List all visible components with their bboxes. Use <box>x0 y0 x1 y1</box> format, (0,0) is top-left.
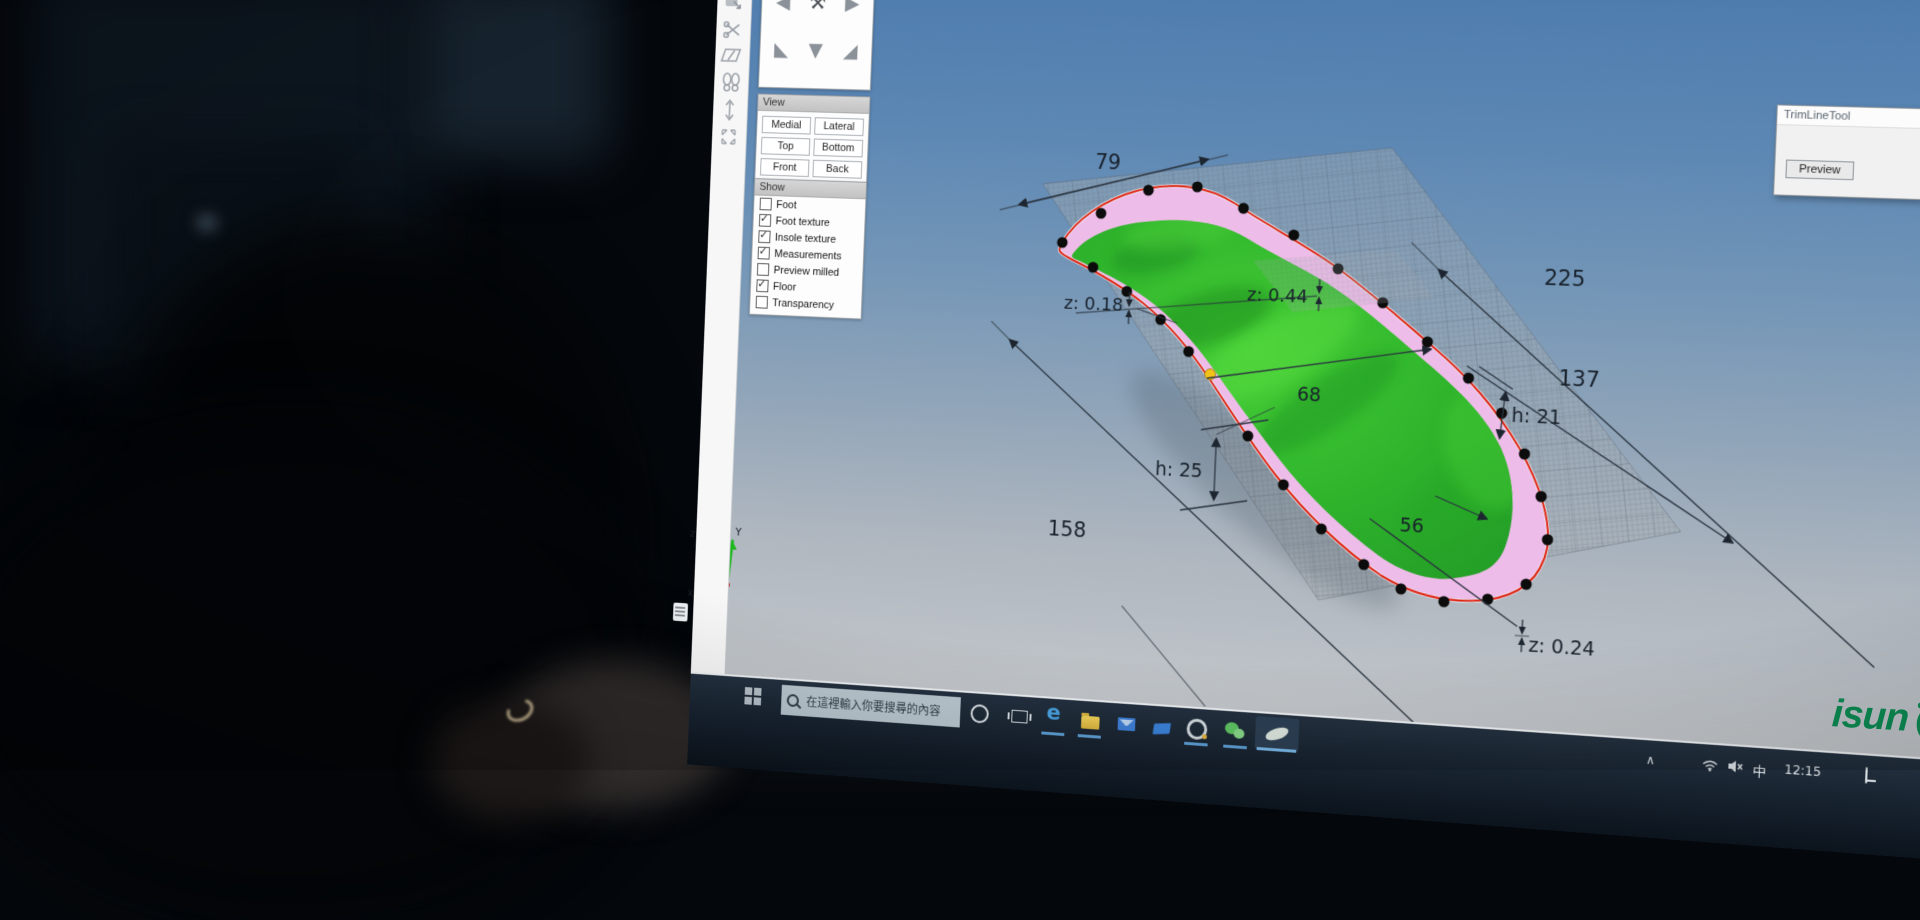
view-lateral-button[interactable]: Lateral <box>814 117 864 136</box>
browser-icon[interactable] <box>1184 716 1208 741</box>
task-view-icon[interactable] <box>1007 704 1031 729</box>
insole-pair-tool-icon[interactable] <box>717 70 743 94</box>
wechat-icon[interactable] <box>1223 719 1248 745</box>
show-item-label: Preview milled <box>773 264 839 278</box>
clock[interactable]: 12:15 <box>1784 762 1821 779</box>
move-left-icon[interactable]: ◀ <box>765 0 801 26</box>
search-icon <box>787 694 799 707</box>
mail-icon[interactable] <box>1114 711 1138 736</box>
checkbox-icon[interactable] <box>760 198 772 211</box>
running-indicator <box>1041 731 1064 736</box>
show-item-label: Foot <box>776 199 797 211</box>
background-glint <box>196 214 218 232</box>
file-explorer-icon[interactable] <box>1078 709 1102 734</box>
dim-medial-length: 158 <box>1047 516 1086 542</box>
isun-watermark: isun <box>1831 692 1920 744</box>
dim-height-lateral: h: 21 <box>1511 405 1562 430</box>
pc-icon[interactable] <box>1149 714 1173 739</box>
search-input[interactable] <box>804 694 948 720</box>
dim-height-medial: h: 25 <box>1155 458 1203 482</box>
navigation-pad: ↺ ▲ ↻ ◀ ⚒ ▶ ◣ ▼ ◢ <box>758 0 878 91</box>
axis-z-label: z <box>690 526 696 539</box>
start-button[interactable] <box>744 687 761 705</box>
mirror-plane-tool-icon[interactable] <box>719 43 745 67</box>
corner-keyboard-icon[interactable] <box>673 602 688 621</box>
view-medial-button[interactable]: Medial <box>762 116 811 135</box>
select-tool-icon[interactable] <box>721 0 747 15</box>
axis-x-label: x <box>687 586 693 599</box>
tilt-right-icon[interactable]: ◢ <box>832 26 869 75</box>
trimlinetool-dialog: TrimLineTool Preview OK <box>1773 104 1920 202</box>
view-top-button[interactable]: Top <box>761 137 810 156</box>
running-indicator <box>1078 734 1101 739</box>
volume-muted-icon[interactable] <box>1727 759 1745 777</box>
running-indicator <box>1184 742 1208 747</box>
dim-mid-width: 68 <box>1297 383 1322 406</box>
show-item-label: Foot texture <box>775 215 830 229</box>
show-panel: Show Foot Foot texture Insole texture Me… <box>749 178 867 319</box>
dim-mid-length: 137 <box>1558 366 1600 392</box>
checkbox-icon[interactable] <box>757 263 769 276</box>
checkbox-checked-icon[interactable] <box>759 214 771 227</box>
tray-chevron[interactable]: ∧ <box>1646 752 1656 767</box>
ime-indicator[interactable]: 中 <box>1752 760 1767 781</box>
wifi-icon[interactable] <box>1702 758 1718 775</box>
preview-button[interactable]: Preview <box>1785 160 1854 181</box>
trimlinetool-dialog-title[interactable]: TrimLineTool <box>1777 105 1920 131</box>
checkbox-icon[interactable] <box>756 296 768 309</box>
view-back-button[interactable]: Back <box>812 160 862 179</box>
show-item-label: Transparency <box>772 297 834 311</box>
axis-y-label: Y <box>735 525 742 538</box>
dim-z-arch: z: 0.44 <box>1247 284 1308 307</box>
move-down-icon[interactable]: ▼ <box>798 26 834 74</box>
dim-z-heel: z: 0.18 <box>1064 292 1124 315</box>
show-item-label: Floor <box>773 280 797 293</box>
checkbox-checked-icon[interactable] <box>758 247 770 260</box>
isun-text: isun <box>1831 692 1910 741</box>
show-item-label: Measurements <box>774 248 842 262</box>
dim-heel-width: 79 <box>1095 150 1122 174</box>
isun-footprint-icon <box>1911 697 1920 744</box>
blurred-furniture <box>420 0 610 160</box>
taskbar-search[interactable] <box>781 685 961 728</box>
scissors-tool-icon[interactable] <box>720 18 746 42</box>
view-front-button[interactable]: Front <box>760 158 809 177</box>
show-item-transparency[interactable]: Transparency <box>750 294 861 315</box>
move-right-icon[interactable]: ▶ <box>834 0 871 27</box>
show-item-label: Insole texture <box>775 231 836 245</box>
tilt-left-icon[interactable]: ◣ <box>763 25 799 73</box>
view-panel: View Medial Lateral Top Bottom Front Bac… <box>754 93 870 184</box>
checkbox-checked-icon[interactable] <box>756 279 768 292</box>
notification-center-icon[interactable] <box>1865 768 1868 783</box>
cortana-icon[interactable] <box>967 701 991 726</box>
dim-z-toe: z: 0.24 <box>1528 634 1595 661</box>
vertical-resize-tool-icon[interactable] <box>716 98 742 122</box>
checkbox-checked-icon[interactable] <box>758 230 770 243</box>
view-bottom-button[interactable]: Bottom <box>813 138 863 157</box>
running-indicator <box>1223 745 1247 750</box>
dim-lateral-length: 225 <box>1544 265 1586 291</box>
monitor-screen: 79 225 137 158 68 56 h: 21 h: 25 z: 0.18… <box>647 0 1920 861</box>
expand-view-tool-icon[interactable] <box>715 125 741 149</box>
dim-toe-width: 56 <box>1399 514 1424 538</box>
tools-icon[interactable]: ⚒ <box>799 0 835 26</box>
edge-icon[interactable]: e <box>1042 700 1066 725</box>
